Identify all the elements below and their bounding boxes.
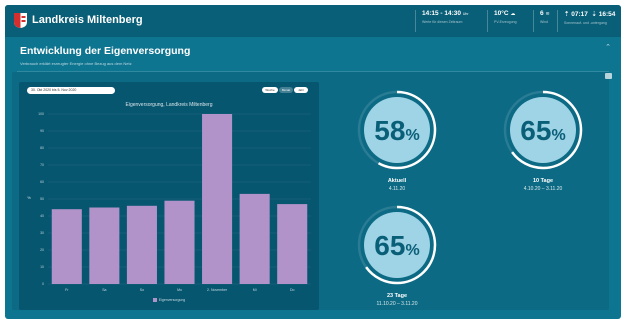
x-tick-label: Sa [102,288,106,292]
time-range-widget: 14:15 - 14:30 Uhr Werte für diesen Zeitr… [415,10,468,32]
time-range-unit: Uhr [462,12,469,16]
collapse-icon[interactable]: ⌃ [605,43,611,51]
gauge-range: 11.10.20 – 3.11.20 [376,301,418,307]
x-tick-label: Do [290,288,295,292]
x-tick-label: 2. November [207,288,228,292]
temperature-caption: PV-Erzeugung [494,20,517,24]
bar [277,204,308,284]
bar [239,193,270,284]
legend-label: Eigenversorgung [158,298,186,302]
gauge-unit: % [405,242,420,259]
gauge-1: 58% [355,88,439,172]
time-range-caption: Werte für diesen Zeitraum [422,20,463,24]
y-tick-label: 30 [40,231,44,235]
y-tick-label: 20 [40,248,44,252]
sunrise-value: 07:17 [571,11,588,18]
gauge-unit: % [405,127,420,144]
y-tick-label: 50 [40,197,44,201]
x-tick-label: Fr [65,288,69,292]
y-tick-label: 70 [40,163,44,167]
sunset-icon: ⇣ [591,11,597,18]
gauge-label: 10 Tage [532,178,554,184]
temperature-value: 10°C [494,10,509,17]
gauge-2: 65% [501,88,585,172]
coat-of-arms-icon [14,13,27,28]
app-title: Landkreis Miltenberg [32,14,143,26]
gauge-value: 58% [355,115,439,147]
legend-swatch [152,298,157,303]
sun-caption: Sonnenauf- und -untergang [564,21,607,25]
x-tick-label: So [140,288,144,292]
wind-widget: 6 ≋ Wind [533,10,550,32]
gauge-range: 4.10.20 – 3.11.20 [523,186,563,192]
bar [164,200,195,284]
y-tick-label: 90 [40,129,44,133]
x-tick-label: Mi [253,288,257,292]
sunrise-icon: ⇡ [564,11,570,18]
gauge-number: 58 [374,115,406,146]
y-axis-label: % [27,195,31,200]
wind-caption: Wind [540,20,548,24]
x-tick-label: Mo [177,288,182,292]
wind-icon: ≋ [545,11,550,17]
sun-widget: ⇡ 07:17 ⇣ 16:54 Sonnenauf- und -untergan… [557,10,615,32]
y-tick-label: 60 [40,180,44,184]
bar [202,114,233,284]
bar-chart: 0 10 20 30 40 50 60 70 80 90 100% Fr Sa So Mo 2. Novemb… [27,112,311,292]
gauge-number: 65 [374,230,406,261]
y-tick-label: 80 [40,146,44,150]
bar [126,205,157,284]
bar [51,209,82,284]
gauge-range: 4.11.20 [388,186,406,192]
bar [89,207,120,284]
expand-icon[interactable] [605,73,612,79]
y-tick-label: 100 [38,112,44,116]
chart-legend[interactable]: Eigenversorgung [19,298,319,303]
cloud-icon: ☁ [510,11,516,17]
gauge-label: 23 Tage [386,293,408,299]
app-header: Landkreis Miltenberg 14:15 - 14:30 Uhr W… [5,5,621,37]
time-range-value: 14:15 - 14:30 [422,10,462,17]
gauge-3: 65% [355,203,439,287]
gauge-unit: % [551,127,566,144]
page-subtitle: Verbrauch erklärt erzeugter Energie ohne… [20,61,132,66]
y-tick-label: 0 [42,282,44,286]
gauge-label: Aktuell [387,178,407,184]
y-tick-label: 10 [40,265,44,269]
gauge-number: 65 [520,115,552,146]
temperature-widget: 10°C ☁ PV-Erzeugung [487,10,517,32]
gauge-value: 65% [355,230,439,262]
page-title: Entwicklung der Eigenversorgung [20,45,191,57]
wind-value: 6 [540,10,544,17]
sunset-value: 16:54 [598,11,616,18]
y-tick-label: 40 [40,214,44,218]
chart-card: 30. Okt 2020 bis 5. Nov 2020 Woche Monat… [19,82,319,310]
gauge-value: 65% [501,115,585,147]
